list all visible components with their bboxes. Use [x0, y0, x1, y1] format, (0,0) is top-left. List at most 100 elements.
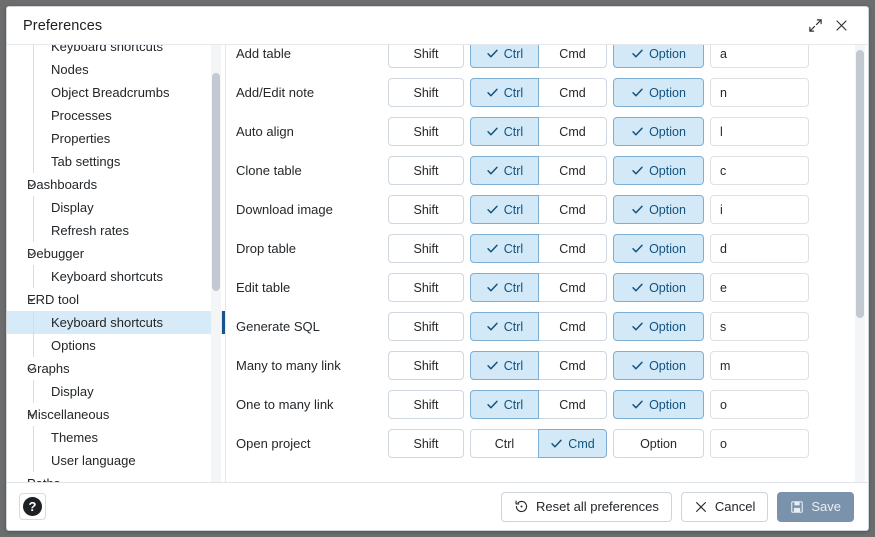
sidebar-item-dashboards[interactable]: Dashboards — [7, 173, 225, 196]
shift-toggle[interactable]: Shift — [388, 390, 464, 419]
shortcut-key-input[interactable]: d — [710, 234, 809, 263]
cmd-toggle[interactable]: Cmd — [538, 78, 607, 107]
option-toggle[interactable]: Option — [613, 78, 704, 107]
ctrl-toggle[interactable]: Ctrl — [470, 78, 539, 107]
floppy-disk-icon — [790, 500, 804, 514]
cmd-toggle[interactable]: Cmd — [538, 156, 607, 185]
cmd-toggle[interactable]: Cmd — [538, 312, 607, 341]
option-toggle[interactable]: Option — [613, 351, 704, 380]
reset-all-preferences-button[interactable]: Reset all preferences — [501, 491, 672, 522]
sidebar-item-themes[interactable]: Themes — [7, 426, 225, 449]
check-icon — [631, 203, 644, 216]
cmd-toggle[interactable]: Cmd — [538, 351, 607, 380]
shift-toggle[interactable]: Shift — [388, 429, 464, 458]
cmd-toggle[interactable]: Cmd — [538, 195, 607, 224]
ctrl-toggle[interactable]: Ctrl — [470, 312, 539, 341]
shortcut-key-value: a — [720, 46, 727, 61]
shortcut-key-input[interactable]: e — [710, 273, 809, 302]
ctrl-cmd-toggle-group: Ctrl Cmd — [470, 78, 607, 107]
save-button[interactable]: Save — [777, 491, 854, 522]
sidebar-item-label: Display — [51, 384, 94, 399]
option-toggle[interactable]: Option — [613, 117, 704, 146]
ctrl-toggle[interactable]: Ctrl — [470, 156, 539, 185]
option-toggle[interactable]: Option — [613, 156, 704, 185]
sidebar-item-miscellaneous[interactable]: Miscellaneous — [7, 403, 225, 426]
option-toggle[interactable]: Option — [613, 429, 704, 458]
expand-diagonal-icon[interactable] — [802, 13, 828, 39]
sidebar-item-processes[interactable]: Processes — [7, 104, 225, 127]
sidebar-item-user-language[interactable]: User language — [7, 449, 225, 472]
shift-toggle[interactable]: Shift — [388, 234, 464, 263]
chevron-down-icon[interactable] — [25, 478, 37, 482]
option-toggle[interactable]: Option — [613, 195, 704, 224]
option-toggle[interactable]: Option — [613, 273, 704, 302]
help-button[interactable]: ? — [19, 493, 46, 520]
sidebar-item-keyboard-shortcuts[interactable]: Keyboard shortcuts — [7, 265, 225, 288]
shift-toggle[interactable]: Shift — [388, 78, 464, 107]
sidebar-item-erd-tool[interactable]: ERD tool — [7, 288, 225, 311]
shift-toggle[interactable]: Shift — [388, 312, 464, 341]
main-scrollbar-thumb[interactable] — [856, 50, 864, 318]
shortcut-key-input[interactable]: m — [710, 351, 809, 380]
shift-toggle[interactable]: Shift — [388, 351, 464, 380]
sidebar-item-keyboard-shortcuts[interactable]: Keyboard shortcuts — [7, 311, 225, 334]
sidebar-item-label: Options — [51, 338, 96, 353]
sidebar-item-display[interactable]: Display — [7, 380, 225, 403]
chevron-down-icon[interactable] — [25, 409, 37, 421]
sidebar-scrollbar-thumb[interactable] — [212, 73, 220, 291]
shortcut-key-input[interactable]: n — [710, 78, 809, 107]
sidebar-item-graphs[interactable]: Graphs — [7, 357, 225, 380]
cmd-toggle[interactable]: Cmd — [538, 234, 607, 263]
sidebar-item-nodes[interactable]: Nodes — [7, 58, 225, 81]
ctrl-toggle[interactable]: Ctrl — [470, 429, 539, 458]
sidebar-item-tab-settings[interactable]: Tab settings — [7, 150, 225, 173]
option-toggle[interactable]: Option — [613, 390, 704, 419]
shortcut-key-input[interactable]: l — [710, 117, 809, 146]
check-icon — [631, 47, 644, 60]
shift-toggle[interactable]: Shift — [388, 45, 464, 68]
chevron-down-icon[interactable] — [25, 248, 37, 260]
shift-toggle[interactable]: Shift — [388, 117, 464, 146]
sidebar-item-debugger[interactable]: Debugger — [7, 242, 225, 265]
option-toggle[interactable]: Option — [613, 234, 704, 263]
sidebar-item-keyboard-shortcuts[interactable]: Keyboard shortcuts — [7, 45, 225, 58]
ctrl-toggle[interactable]: Ctrl — [470, 45, 539, 68]
shift-toggle[interactable]: Shift — [388, 195, 464, 224]
cancel-button[interactable]: Cancel — [680, 491, 769, 522]
ctrl-toggle[interactable]: Ctrl — [470, 234, 539, 263]
ctrl-label: Ctrl — [503, 358, 524, 373]
shortcut-key-input[interactable]: o — [710, 429, 809, 458]
option-label: Option — [649, 358, 686, 373]
sidebar-item-properties[interactable]: Properties — [7, 127, 225, 150]
ctrl-toggle[interactable]: Ctrl — [470, 195, 539, 224]
sidebar-item-options[interactable]: Options — [7, 334, 225, 357]
sidebar-item-object-breadcrumbs[interactable]: Object Breadcrumbs — [7, 81, 225, 104]
cmd-toggle[interactable]: Cmd — [538, 273, 607, 302]
sidebar-item-display[interactable]: Display — [7, 196, 225, 219]
chevron-down-icon[interactable] — [25, 294, 37, 306]
cmd-toggle[interactable]: Cmd — [538, 390, 607, 419]
cmd-toggle[interactable]: Cmd — [538, 429, 607, 458]
ctrl-toggle[interactable]: Ctrl — [470, 117, 539, 146]
shortcut-key-input[interactable]: i — [710, 195, 809, 224]
shift-toggle[interactable]: Shift — [388, 156, 464, 185]
shortcut-key-input[interactable]: o — [710, 390, 809, 419]
ctrl-toggle[interactable]: Ctrl — [470, 351, 539, 380]
ctrl-toggle[interactable]: Ctrl — [470, 390, 539, 419]
chevron-down-icon[interactable] — [25, 363, 37, 375]
cmd-toggle[interactable]: Cmd — [538, 117, 607, 146]
shortcut-key-input[interactable]: s — [710, 312, 809, 341]
sidebar-item-refresh-rates[interactable]: Refresh rates — [7, 219, 225, 242]
close-icon[interactable] — [828, 13, 854, 39]
sidebar-item-paths[interactable]: Paths — [7, 472, 225, 482]
shortcut-key-input[interactable]: c — [710, 156, 809, 185]
shortcut-controls: Shift Ctrl Cmd Option i — [388, 195, 809, 224]
shortcut-key-input[interactable]: a — [710, 45, 809, 68]
cmd-toggle[interactable]: Cmd — [538, 45, 607, 68]
ctrl-toggle[interactable]: Ctrl — [470, 273, 539, 302]
shift-toggle[interactable]: Shift — [388, 273, 464, 302]
check-icon — [486, 86, 499, 99]
chevron-down-icon[interactable] — [25, 179, 37, 191]
option-toggle[interactable]: Option — [613, 312, 704, 341]
option-toggle[interactable]: Option — [613, 45, 704, 68]
